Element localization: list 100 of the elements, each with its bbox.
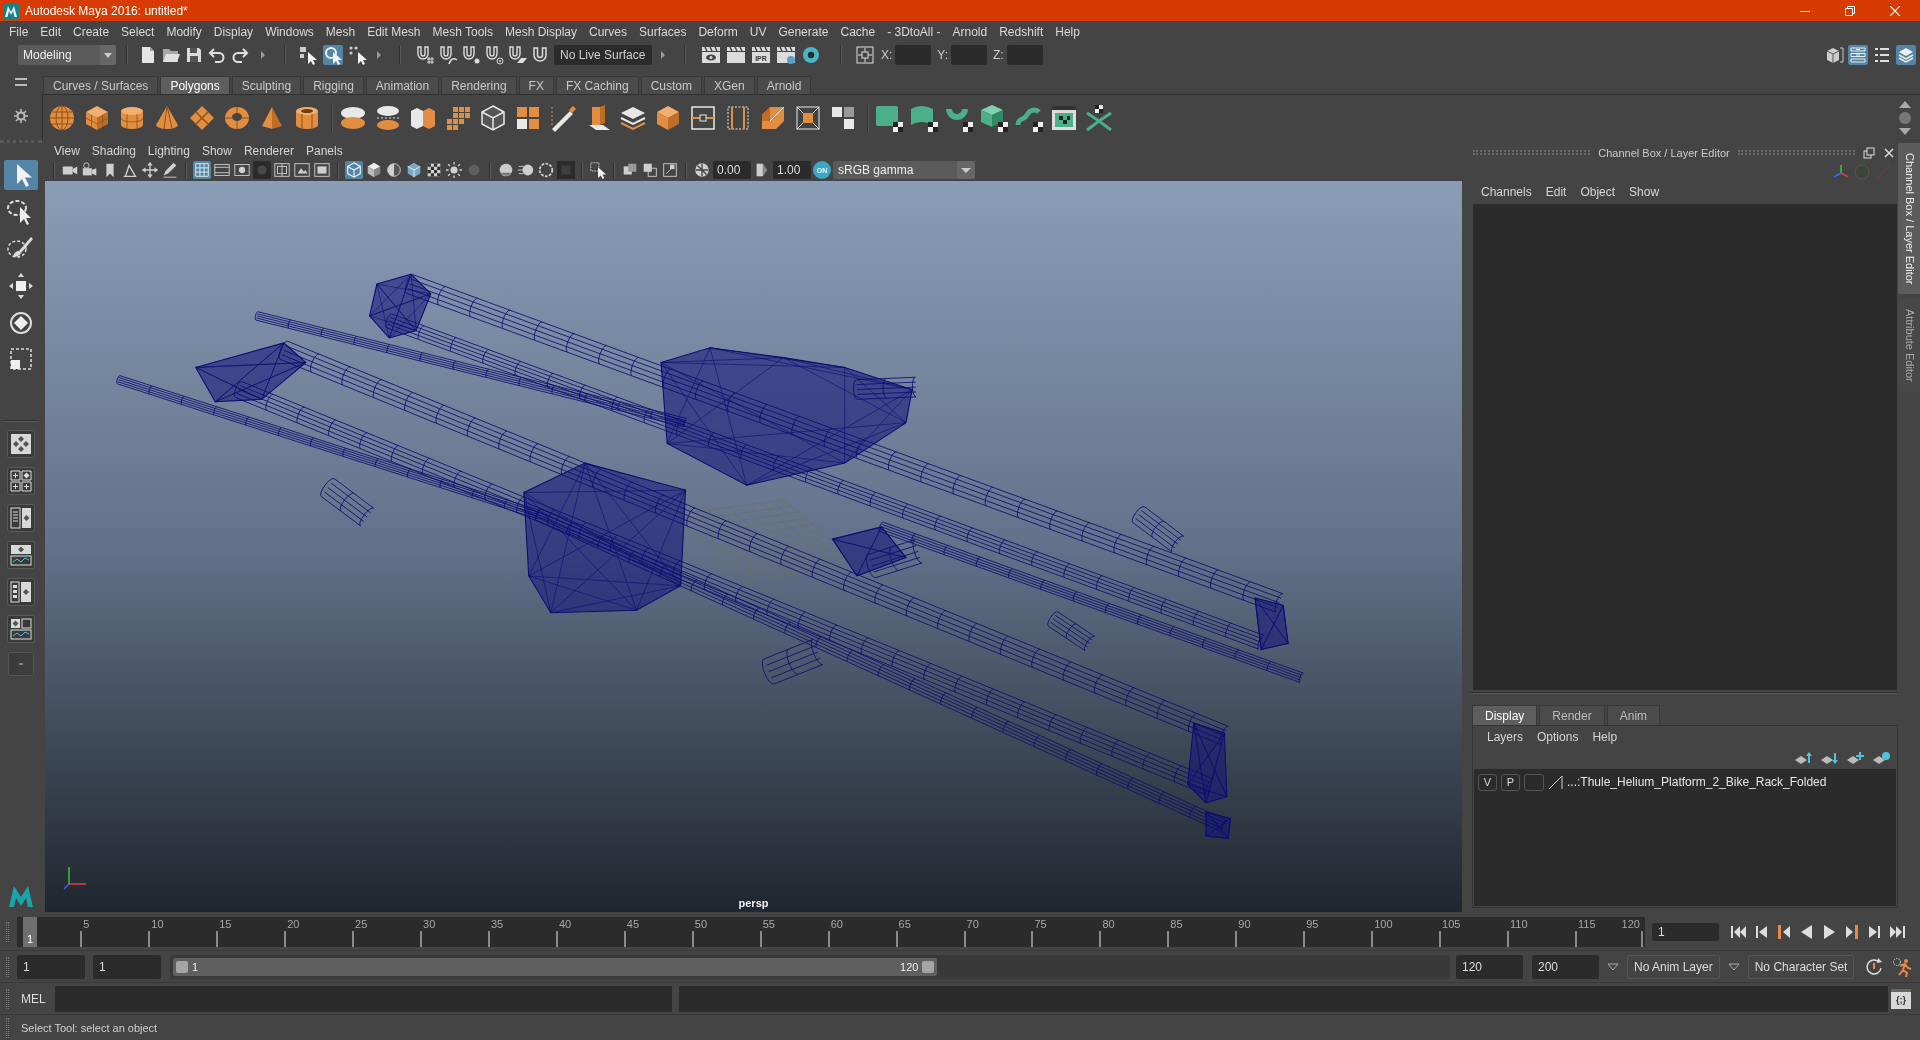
framed-diagonal-icon[interactable] — [661, 161, 679, 179]
scroll-down-icon[interactable] — [1898, 126, 1912, 136]
menu-item[interactable]: Curves — [583, 25, 634, 39]
half-filled-circle-icon[interactable] — [385, 161, 403, 179]
dashed-circle-icon[interactable] — [537, 161, 555, 179]
playback-start-field[interactable]: 1 — [93, 954, 161, 979]
panel-menu-item[interactable]: Renderer — [243, 144, 294, 158]
end-time-field[interactable]: 200 — [1532, 954, 1599, 979]
color-space-dropdown[interactable]: sRGB gamma — [833, 161, 975, 179]
select-hierarchy-icon[interactable] — [298, 45, 318, 65]
side-tab[interactable]: Attribute Editor — [1898, 299, 1920, 393]
clapperboard-dot-icon[interactable] — [775, 44, 797, 66]
menu-item[interactable]: Help — [1049, 25, 1086, 39]
menu-item[interactable]: Redshift — [993, 25, 1050, 39]
shelf-tab[interactable]: Polygons — [160, 76, 230, 94]
select-object-icon[interactable] — [323, 45, 343, 65]
layer-editor-tab[interactable]: Render — [1539, 705, 1605, 725]
split-panel-icon[interactable] — [7, 504, 35, 532]
sun-icon[interactable] — [445, 161, 463, 179]
grid-icon[interactable] — [193, 161, 211, 179]
quad-panel-icon[interactable] — [7, 467, 35, 495]
menu-icon[interactable] — [14, 77, 28, 87]
panel-menu-item[interactable]: Show — [201, 144, 232, 158]
diamond-panel-icon[interactable] — [7, 430, 35, 458]
film-frame-icon[interactable] — [213, 161, 231, 179]
menu-item[interactable]: Create — [67, 25, 116, 39]
diamond-down-arrow-icon[interactable] — [1820, 751, 1838, 765]
shelf-tab[interactable]: Sculpting — [231, 76, 302, 94]
menu-item[interactable]: Options — [1530, 729, 1586, 744]
shelf-tab[interactable]: Rendering — [441, 76, 517, 94]
menu-item[interactable]: Generate — [772, 25, 835, 39]
menu-item[interactable]: Cache — [834, 25, 882, 39]
panel-menu-item[interactable]: View — [54, 144, 80, 158]
range-slider-bar[interactable]: 1 120 — [173, 957, 938, 976]
coordinate-field[interactable] — [951, 45, 988, 65]
redo-icon[interactable] — [230, 45, 250, 65]
caret-icon[interactable] — [100, 45, 116, 65]
menu-item[interactable]: Object — [1573, 184, 1623, 199]
handle-icon[interactable] — [922, 960, 935, 973]
shelf-tab[interactable]: FX Caching — [555, 76, 639, 94]
start-time-field[interactable]: 1 — [17, 954, 85, 979]
menu-item[interactable]: Mesh Display — [499, 25, 584, 39]
shelf-tab[interactable]: Custom — [640, 76, 702, 94]
settings-icon[interactable] — [14, 109, 28, 123]
float-window-icon[interactable] — [1863, 146, 1875, 159]
command-language-label[interactable]: MEL — [21, 991, 55, 1006]
shaded-sphere-icon[interactable] — [497, 161, 515, 179]
menu-item[interactable]: Show — [1622, 184, 1667, 199]
side-tab[interactable]: Channel Box / Layer Editor — [1898, 143, 1920, 295]
panel-menu-item[interactable]: Lighting — [147, 144, 190, 158]
diamond-up-arrow-icon[interactable] — [1794, 751, 1812, 765]
time-slider[interactable]: 5 10 15 20 25 30 35 40 45 50 55 60 65 70 75 80 85 90 95 100 105 110 115 120 1 — [17, 917, 1645, 947]
coordinate-field[interactable] — [1006, 45, 1043, 65]
magnet-icon[interactable] — [530, 45, 550, 65]
list-diamond-panel-icon[interactable] — [7, 578, 35, 606]
undo-icon[interactable] — [207, 45, 227, 65]
collapse-arrow-icon[interactable] — [376, 50, 382, 60]
menu-item[interactable]: Windows — [259, 25, 320, 39]
circular-arrow-icon[interactable] — [1864, 956, 1885, 977]
shelf-tab[interactable]: FX — [518, 76, 554, 94]
clapperboard-icon[interactable] — [725, 44, 747, 66]
sphere-icon[interactable] — [47, 102, 77, 133]
save-icon[interactable] — [184, 45, 204, 65]
select-component-icon[interactable] — [348, 45, 368, 65]
cube-panel-icon[interactable] — [1824, 45, 1844, 65]
menu-item[interactable]: Display — [207, 25, 260, 39]
magnet-curve-icon[interactable] — [438, 45, 458, 65]
magnet-target-icon[interactable] — [484, 45, 504, 65]
menu-item[interactable]: Edit Mesh — [361, 25, 427, 39]
layer-color-swatch[interactable] — [1524, 773, 1544, 791]
menu-item[interactable]: File — [3, 25, 35, 39]
shelf-tab[interactable]: Arnold — [756, 76, 812, 94]
menu-item[interactable]: Layers — [1480, 729, 1531, 744]
move-arrows-icon[interactable] — [141, 161, 159, 179]
menu-set-dropdown[interactable]: Modeling — [18, 45, 116, 65]
viewport[interactable]: persp — [45, 181, 1462, 912]
current-frame-marker[interactable]: 1 — [23, 917, 37, 947]
coordinate-field[interactable] — [895, 45, 932, 65]
layer-editor-tab[interactable]: Display — [1472, 705, 1538, 725]
diamond-dot-icon[interactable] — [1872, 751, 1890, 765]
overlapping-squares-icon[interactable] — [641, 161, 659, 179]
menu-item[interactable]: Edit — [1538, 184, 1574, 199]
magnet-grid-icon[interactable] — [415, 45, 435, 65]
range-slider-track[interactable]: 1 120 — [170, 954, 1450, 979]
stacked-layers-icon[interactable] — [1896, 45, 1916, 65]
cursor-box-icon[interactable] — [589, 161, 607, 179]
graph-panel-icon[interactable] — [7, 541, 35, 569]
caret-icon[interactable] — [1607, 960, 1619, 973]
wire-shaded-cube-icon[interactable] — [405, 161, 423, 179]
picture-frame-icon[interactable] — [293, 161, 311, 179]
caret-icon[interactable] — [957, 161, 975, 179]
pencil-icon[interactable] — [161, 161, 179, 179]
checker-icon[interactable] — [425, 161, 443, 179]
panel-menu-item[interactable]: Shading — [91, 144, 136, 158]
menu-item[interactable]: Help — [1585, 729, 1625, 744]
aperture-icon[interactable] — [693, 161, 711, 179]
restore-icon[interactable] — [1845, 5, 1855, 16]
command-input-field[interactable] — [55, 985, 672, 1012]
caret-icon[interactable] — [1727, 960, 1740, 973]
magnet-plane-icon[interactable] — [507, 45, 527, 65]
